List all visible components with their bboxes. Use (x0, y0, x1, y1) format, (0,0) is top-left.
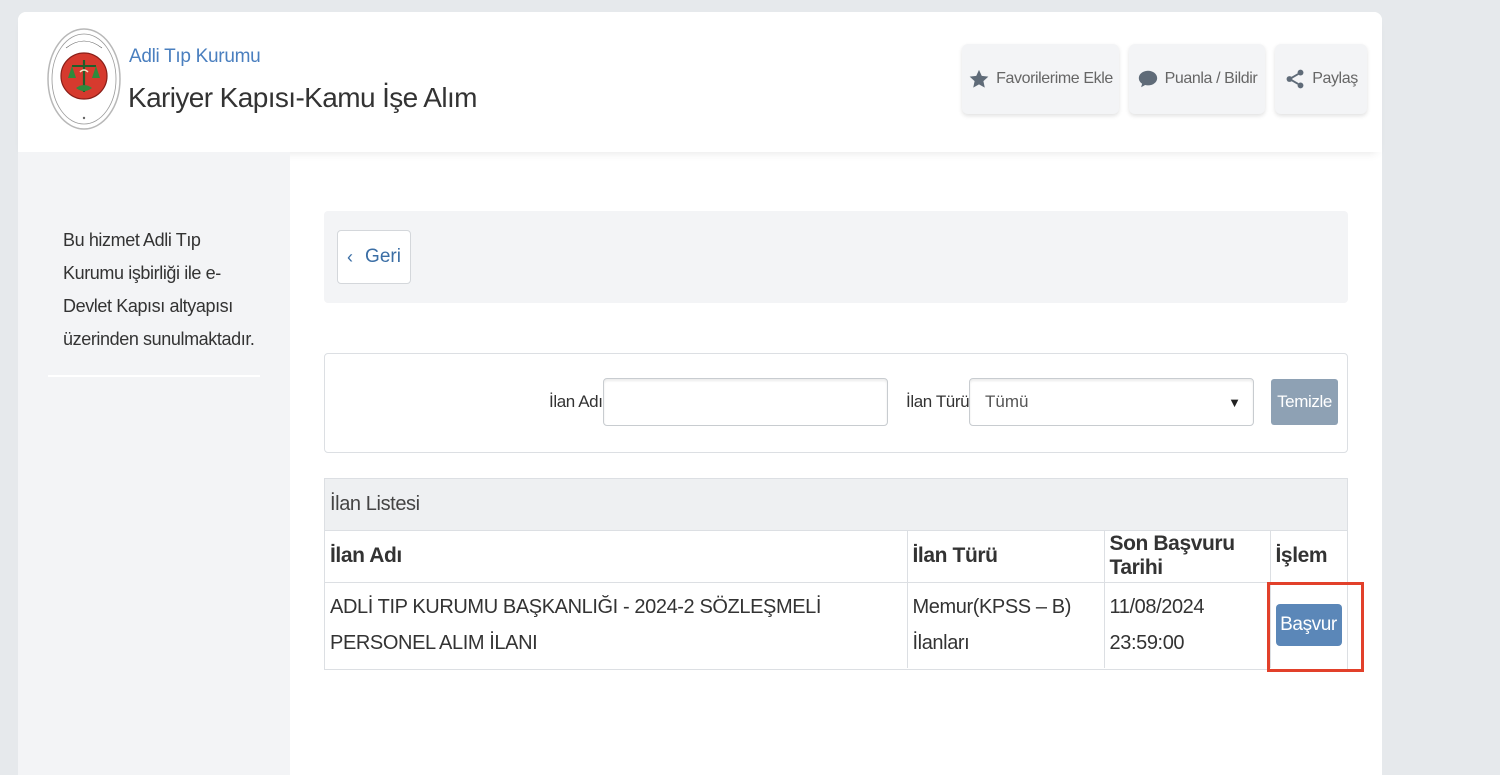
column-header-action: İşlem (1270, 531, 1347, 583)
sidebar-divider (48, 375, 260, 377)
institution-logo[interactable] (46, 26, 122, 132)
listing-table: İlan Adı İlan Türü Son Başvuru Tarihi İş… (325, 531, 1347, 668)
listing-type-select[interactable]: Tümü ▼ (969, 378, 1254, 426)
listing-type-label: İlan Türü (906, 392, 970, 411)
listing-type-cell: Memur(KPSS – B) İlanları (907, 582, 1105, 668)
main-card: Adli Tıp Kurumu Kariyer Kapısı-Kamu İşe … (18, 12, 1382, 775)
share-button[interactable]: Paylaş (1275, 44, 1367, 114)
listing-panel: İlan Listesi İlan Adı İlan Türü Son Başv… (324, 478, 1348, 670)
column-header-type: İlan Türü (907, 531, 1105, 583)
service-description: Bu hizmet Adli Tıp Kurumu işbirliği ile … (63, 230, 255, 349)
star-icon (969, 69, 989, 88)
sidebar: Bu hizmet Adli Tıp Kurumu işbirliği ile … (18, 152, 290, 775)
dropdown-caret-icon: ▼ (1228, 394, 1241, 410)
back-button[interactable]: ‹ Geri (337, 230, 411, 284)
add-favorite-button[interactable]: Favorilerime Ekle (962, 44, 1119, 114)
share-icon (1286, 69, 1304, 89)
page-header: Adli Tıp Kurumu Kariyer Kapısı-Kamu İşe … (18, 12, 1382, 152)
clear-button[interactable]: Temizle (1271, 379, 1338, 425)
table-row: ADLİ TIP KURUMU BAŞKANLIĞI - 2024-2 SÖZL… (325, 582, 1347, 668)
filter-panel: İlan Adı İlan Türü Tümü ▼ Temizle (324, 353, 1348, 453)
table-header-row: İlan Adı İlan Türü Son Başvuru Tarihi İş… (325, 531, 1347, 583)
highlight-box (1267, 582, 1364, 672)
chevron-left-icon: ‹ (347, 246, 354, 267)
column-header-name: İlan Adı (325, 531, 908, 583)
share-label: Paylaş (1312, 70, 1358, 87)
rate-report-button[interactable]: Puanla / Bildir (1129, 44, 1265, 114)
org-name[interactable]: Adli Tıp Kurumu (129, 46, 261, 68)
add-favorite-label: Favorilerime Ekle (996, 70, 1113, 87)
listing-name-cell: ADLİ TIP KURUMU BAŞKANLIĞI - 2024-2 SÖZL… (325, 582, 908, 668)
listing-name-input[interactable] (603, 378, 888, 426)
listing-name-label: İlan Adı (549, 392, 603, 411)
rate-report-label: Puanla / Bildir (1164, 70, 1258, 87)
service-title: Kariyer Kapısı-Kamu İşe Alım (128, 82, 477, 113)
listing-type-selected: Tümü (985, 392, 1029, 411)
listing-deadline-cell: 11/08/2024 23:59:00 (1104, 582, 1271, 668)
column-header-deadline: Son Başvuru Tarihi (1104, 531, 1271, 583)
listing-panel-title: İlan Listesi (325, 479, 1347, 531)
navigation-toolbar: ‹ Geri (324, 211, 1348, 303)
speech-bubble-icon (1138, 70, 1157, 88)
back-label: Geri (365, 246, 401, 267)
